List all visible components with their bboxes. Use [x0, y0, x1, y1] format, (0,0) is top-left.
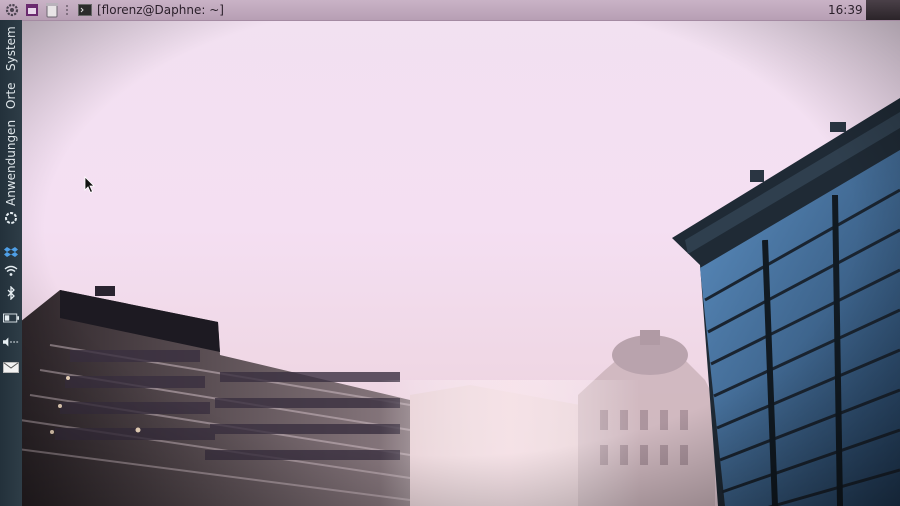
menu-system-label: System	[4, 26, 18, 72]
mouse-cursor-icon	[84, 176, 95, 194]
menu-system[interactable]: System	[3, 25, 19, 73]
menu-orte[interactable]: Orte	[3, 80, 19, 112]
taskbar-window-title: [florenz@Daphne: ~]	[97, 3, 224, 17]
terminal-icon	[78, 1, 92, 20]
gear-icon[interactable]	[4, 2, 20, 18]
bluetooth-icon[interactable]	[3, 286, 19, 300]
wallpaper-photo	[0, 0, 900, 506]
trash-icon[interactable]	[44, 2, 60, 18]
volume-icon[interactable]	[3, 335, 19, 349]
mail-icon[interactable]	[3, 360, 19, 374]
network-icon[interactable]	[3, 211, 19, 225]
menu-anwendungen[interactable]: Anwendungen	[3, 119, 19, 207]
menu-orte-label: Orte	[4, 82, 18, 110]
left-panel: System Orte Anwendungen	[0, 20, 22, 506]
battery-icon[interactable]	[3, 311, 19, 325]
menu-anwendungen-label: Anwendungen	[4, 119, 18, 207]
separator-handle[interactable]	[64, 2, 70, 18]
show-desktop-button[interactable]	[866, 0, 900, 20]
desktop[interactable]: [florenz@Daphne: ~] 16:39 System Orte An…	[0, 0, 900, 506]
taskbar-window-button[interactable]: [florenz@Daphne: ~]	[78, 2, 224, 18]
top-panel: [florenz@Daphne: ~] 16:39	[0, 0, 900, 21]
dropbox-icon[interactable]	[3, 245, 19, 259]
wifi-icon[interactable]	[3, 264, 19, 278]
clock[interactable]: 16:39	[828, 3, 863, 17]
calendar-icon[interactable]	[24, 2, 40, 18]
